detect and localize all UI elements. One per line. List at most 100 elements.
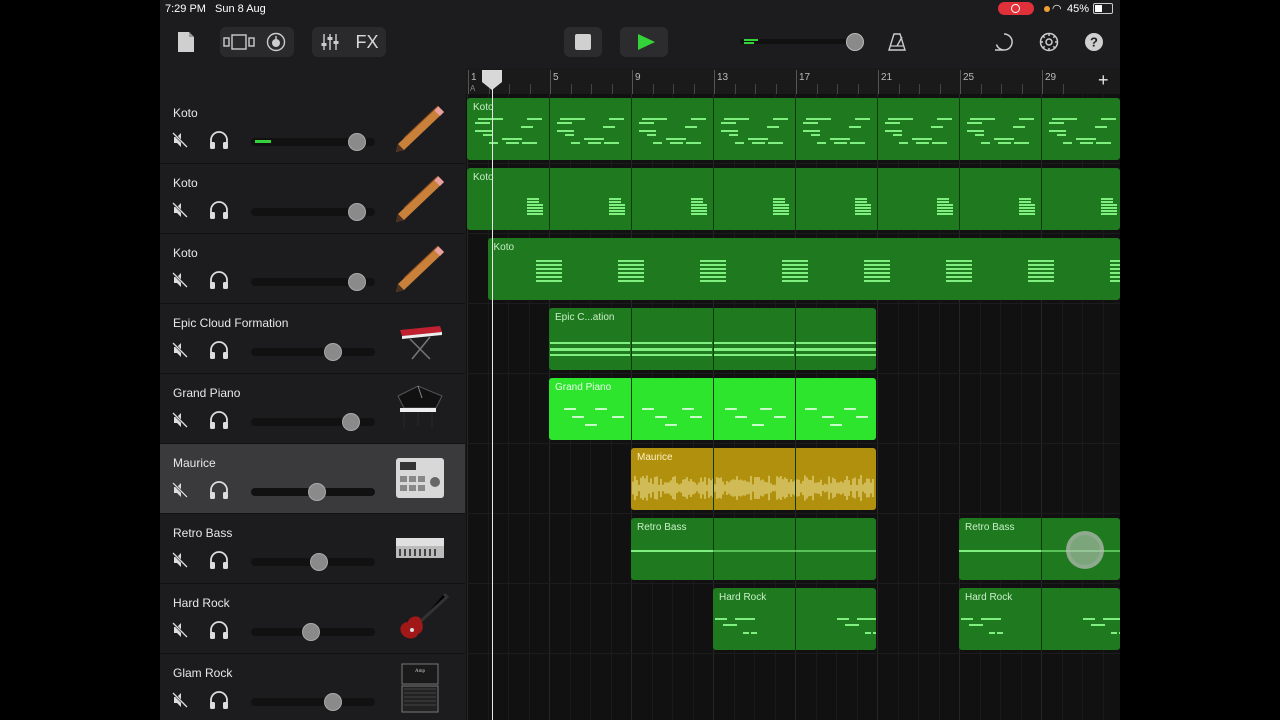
mute-button[interactable] bbox=[172, 482, 188, 498]
drum-machine-icon[interactable] bbox=[390, 452, 450, 504]
analog-synth-icon[interactable] bbox=[390, 522, 450, 574]
loop-divider bbox=[713, 518, 714, 580]
track-header[interactable]: Maurice bbox=[160, 444, 465, 514]
mute-button[interactable] bbox=[172, 692, 188, 708]
mute-button[interactable] bbox=[172, 132, 188, 148]
midi-region[interactable]: Epic C...ation bbox=[549, 308, 876, 370]
midi-region[interactable]: Koto bbox=[467, 98, 1120, 160]
midi-note bbox=[617, 276, 644, 278]
mute-button[interactable] bbox=[172, 342, 188, 358]
track-header[interactable]: Epic Cloud Formation bbox=[160, 304, 465, 374]
midi-note bbox=[522, 142, 527, 144]
volume-knob[interactable] bbox=[308, 483, 327, 501]
track-volume-slider[interactable] bbox=[251, 133, 375, 151]
mute-button[interactable] bbox=[172, 202, 188, 218]
mute-button[interactable] bbox=[172, 622, 188, 638]
midi-region[interactable]: Hard Rock bbox=[959, 588, 1120, 650]
track-header[interactable]: Glam Rock Amp bbox=[160, 654, 465, 720]
volume-knob[interactable] bbox=[324, 693, 343, 711]
track-volume-slider[interactable] bbox=[251, 413, 375, 431]
solo-button[interactable] bbox=[208, 620, 230, 640]
track-header[interactable]: Retro Bass bbox=[160, 514, 465, 584]
mute-button[interactable] bbox=[172, 552, 188, 568]
mixer-button[interactable] bbox=[316, 28, 344, 56]
midi-region[interactable]: Grand Piano bbox=[549, 378, 876, 440]
track-header[interactable]: Koto bbox=[160, 164, 465, 234]
settings-button[interactable] bbox=[1036, 28, 1062, 56]
loop-browser-button[interactable] bbox=[991, 28, 1017, 56]
volume-knob[interactable] bbox=[310, 553, 329, 571]
midi-note bbox=[945, 260, 972, 262]
pencil-koto-icon[interactable] bbox=[390, 172, 450, 224]
solo-button[interactable] bbox=[208, 270, 230, 290]
master-volume-slider[interactable] bbox=[740, 33, 864, 51]
track-volume-slider[interactable] bbox=[251, 483, 375, 501]
add-section-button[interactable]: + bbox=[1098, 70, 1109, 91]
volume-knob[interactable] bbox=[348, 203, 367, 221]
amp-stack-icon[interactable]: Amp bbox=[390, 662, 450, 714]
midi-note bbox=[833, 142, 846, 144]
midi-note bbox=[609, 204, 625, 206]
smart-controls-button[interactable] bbox=[263, 28, 289, 56]
midi-note bbox=[863, 260, 890, 262]
midi-note bbox=[655, 416, 667, 418]
solo-button[interactable] bbox=[208, 480, 230, 500]
solo-button[interactable] bbox=[208, 340, 230, 360]
mute-button[interactable] bbox=[172, 272, 188, 288]
midi-note bbox=[527, 198, 539, 200]
pencil-koto-icon[interactable] bbox=[390, 242, 450, 294]
fx-button[interactable]: FX bbox=[352, 28, 382, 56]
midi-region[interactable]: Koto bbox=[467, 168, 1120, 230]
volume-knob[interactable] bbox=[348, 273, 367, 291]
volume-knob[interactable] bbox=[301, 623, 320, 641]
stop-button[interactable] bbox=[564, 27, 602, 57]
my-songs-button[interactable] bbox=[174, 28, 198, 56]
track-header[interactable]: Koto bbox=[160, 94, 465, 164]
track-volume-slider[interactable] bbox=[251, 273, 375, 291]
track-lane[interactable] bbox=[466, 654, 1120, 720]
synth-keyboard-icon[interactable] bbox=[390, 312, 450, 364]
solo-button[interactable] bbox=[208, 410, 230, 430]
midi-note bbox=[755, 138, 768, 140]
volume-knob[interactable] bbox=[341, 413, 360, 431]
volume-knob[interactable] bbox=[324, 343, 343, 361]
solo-button[interactable] bbox=[208, 130, 230, 150]
midi-note bbox=[735, 416, 748, 418]
midi-note bbox=[1019, 204, 1035, 206]
track-volume-slider[interactable] bbox=[251, 203, 375, 221]
midi-region[interactable]: Retro Bass bbox=[631, 518, 876, 580]
midi-note bbox=[863, 268, 890, 270]
midi-note bbox=[699, 280, 726, 282]
mute-button[interactable] bbox=[172, 412, 188, 428]
track-header[interactable]: Grand Piano bbox=[160, 374, 465, 444]
solo-button[interactable] bbox=[208, 550, 230, 570]
volume-knob[interactable] bbox=[348, 133, 367, 151]
midi-note bbox=[855, 201, 867, 203]
track-header[interactable]: Hard Rock bbox=[160, 584, 465, 654]
browser-button[interactable] bbox=[222, 28, 256, 56]
beat-tick bbox=[898, 84, 900, 94]
midi-note bbox=[652, 142, 663, 144]
track-volume-slider[interactable] bbox=[251, 553, 375, 571]
electric-guitar-icon[interactable] bbox=[390, 592, 450, 644]
help-button[interactable]: ? bbox=[1082, 28, 1106, 56]
track-volume-slider[interactable] bbox=[251, 693, 375, 711]
metronome-button[interactable] bbox=[885, 28, 909, 56]
grand-piano-icon[interactable] bbox=[390, 382, 450, 434]
loop-divider bbox=[795, 98, 796, 160]
play-button[interactable] bbox=[620, 27, 668, 57]
solo-button[interactable] bbox=[208, 200, 230, 220]
beat-tick bbox=[591, 84, 592, 94]
midi-note bbox=[1052, 118, 1064, 120]
audio-region[interactable]: Maurice bbox=[631, 448, 876, 510]
track-volume-slider[interactable] bbox=[251, 623, 375, 641]
midi-region[interactable]: Hard Rock bbox=[713, 588, 876, 650]
timeline-ruler[interactable]: 1 5 9 13 17 21 25 29 A + bbox=[466, 68, 1120, 94]
midi-region[interactable]: Koto bbox=[487, 238, 1120, 300]
master-volume-knob[interactable] bbox=[846, 33, 864, 51]
tracks-area[interactable]: Koto Koto Koto Epic C...ation Grand Piano Mau… bbox=[466, 94, 1120, 720]
track-volume-slider[interactable] bbox=[251, 343, 375, 361]
solo-button[interactable] bbox=[208, 690, 230, 710]
pencil-koto-icon[interactable] bbox=[390, 102, 450, 154]
track-header[interactable]: Koto bbox=[160, 234, 465, 304]
